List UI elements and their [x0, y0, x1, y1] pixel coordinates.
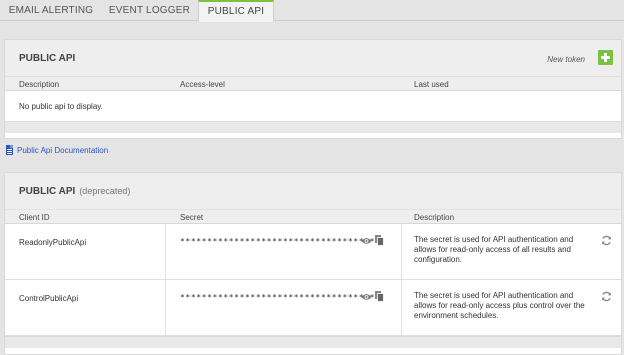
row-description: The secret is used for API authenticatio…	[414, 291, 585, 320]
public-api-panel: PUBLIC API New token Description Access-…	[4, 39, 622, 139]
client-id: ControlPublicApi	[19, 294, 79, 303]
public-api-documentation-link[interactable]: Public Api Documentation	[6, 145, 108, 155]
copy-icon[interactable]	[375, 291, 384, 302]
deprecated-api-title: PUBLIC API (deprecated)	[19, 186, 130, 197]
tab-bar: EMAIL ALERTING EVENT LOGGER PUBLIC API	[0, 0, 624, 22]
public-api-header: PUBLIC API New token	[5, 40, 621, 77]
client-id: ReadonlyPublicApi	[19, 238, 87, 247]
refresh-icon[interactable]	[601, 291, 612, 302]
deprecated-api-header: PUBLIC API (deprecated)	[5, 173, 621, 210]
refresh-icon[interactable]	[601, 235, 612, 246]
deprecated-label: (deprecated)	[79, 186, 131, 196]
deprecated-api-panel: PUBLIC API (deprecated) Client ID Secret …	[4, 172, 622, 355]
row-description: The secret is used for API authenticatio…	[414, 235, 574, 264]
public-api-columns: Description Access-level Last used	[5, 77, 621, 91]
panel-footer	[5, 336, 621, 348]
empty-state-text: No public api to display.	[19, 102, 103, 111]
documentation-link-label[interactable]: Public Api Documentation	[17, 146, 108, 155]
column-description[interactable]: Description	[19, 80, 59, 89]
deprecated-api-columns: Client ID Secret Description	[5, 210, 621, 224]
new-token-label[interactable]: New token	[547, 55, 585, 64]
tab-event-logger[interactable]: EVENT LOGGER	[102, 0, 197, 21]
tab-public-api[interactable]: PUBLIC API	[198, 0, 274, 22]
secret-value: *************************************	[180, 293, 381, 302]
column-last-used[interactable]: Last used	[414, 80, 449, 89]
column-description[interactable]: Description	[414, 213, 454, 222]
document-icon	[6, 145, 13, 155]
column-access-level[interactable]: Access-level	[180, 80, 225, 89]
copy-icon[interactable]	[375, 235, 384, 246]
column-client-id[interactable]: Client ID	[19, 213, 50, 222]
column-secret[interactable]: Secret	[180, 213, 203, 222]
add-token-button[interactable]	[598, 50, 613, 65]
deprecated-api-title-text: PUBLIC API	[19, 186, 76, 197]
tab-email-alerting[interactable]: EMAIL ALERTING	[0, 0, 102, 21]
panel-footer	[5, 121, 621, 133]
secret-value: *************************************	[180, 237, 381, 246]
table-row: ReadonlyPublicApi **********************…	[5, 224, 621, 280]
table-row: ControlPublicApi ***********************…	[5, 280, 621, 336]
empty-state-row: No public api to display.	[5, 91, 621, 121]
eye-icon[interactable]	[361, 293, 372, 301]
public-api-title: PUBLIC API	[19, 53, 76, 64]
eye-icon[interactable]	[361, 237, 372, 245]
